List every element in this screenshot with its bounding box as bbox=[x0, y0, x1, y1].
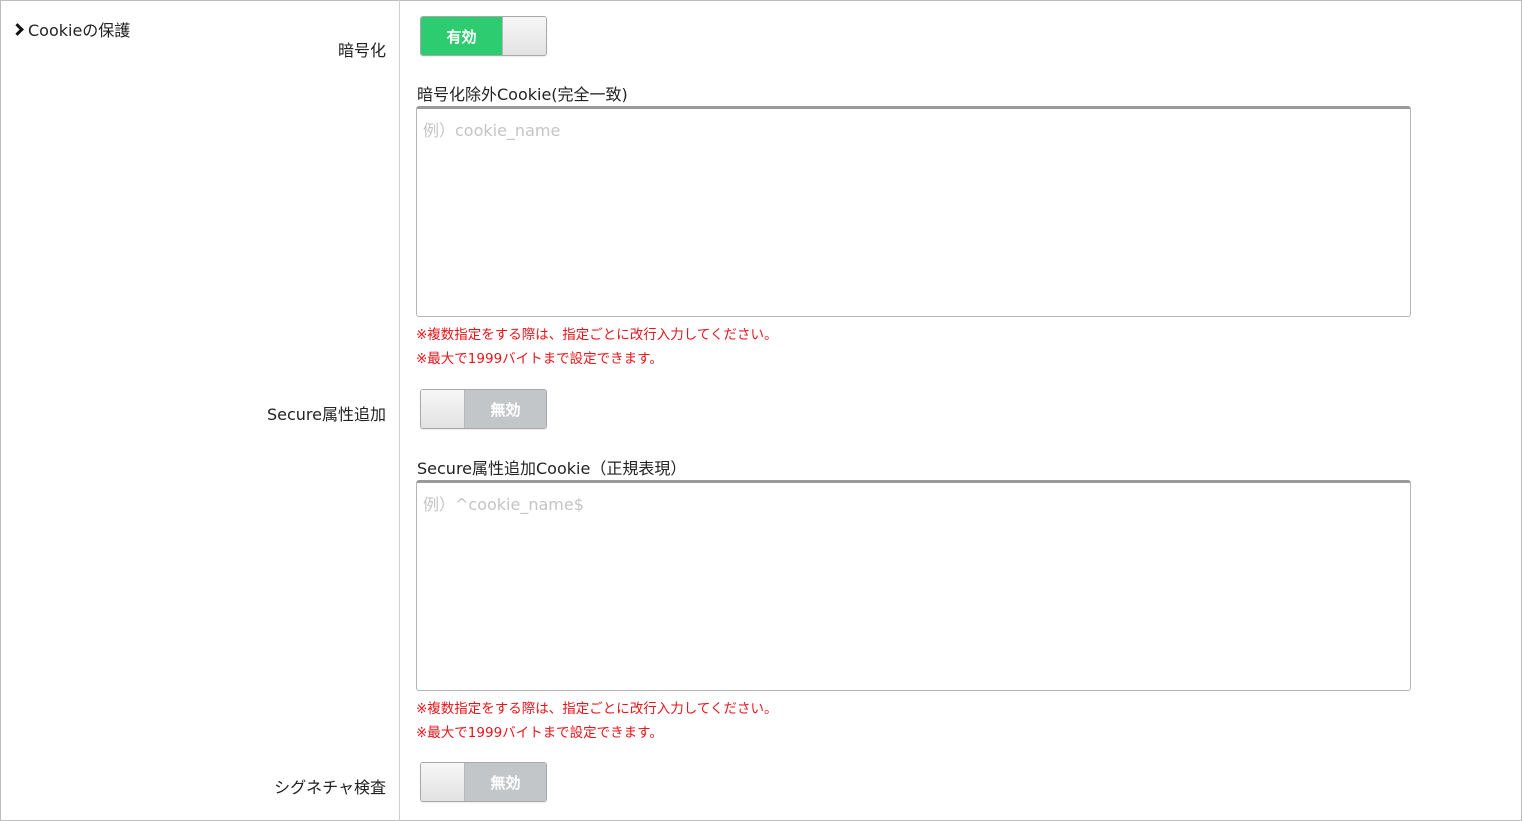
encryption-toggle[interactable]: 有効 bbox=[420, 16, 547, 56]
secure-note-multiple: ※複数指定をする際は、指定ごとに改行入力してください。 bbox=[416, 701, 778, 717]
encryption-note-max: ※最大で1999バイトまで設定できます。 bbox=[416, 351, 663, 367]
toggle-knob bbox=[421, 390, 465, 428]
toggle-state-text: 無効 bbox=[465, 763, 546, 801]
column-divider bbox=[399, 0, 400, 821]
section-title: Cookieの保護 bbox=[28, 21, 131, 40]
encryption-label: 暗号化 bbox=[337, 41, 386, 60]
secure-cookie-textarea[interactable] bbox=[416, 480, 1411, 691]
encryption-exclude-label: 暗号化除外Cookie(完全一致) bbox=[417, 85, 628, 104]
section-header: Cookieの保護 bbox=[11, 17, 131, 41]
toggle-state-text: 有効 bbox=[421, 17, 502, 55]
signature-label: シグネチャ検査 bbox=[274, 778, 386, 797]
chevron-right-icon bbox=[11, 22, 24, 36]
secure-note-max: ※最大で1999バイトまで設定できます。 bbox=[416, 725, 663, 741]
toggle-state-text: 無効 bbox=[465, 390, 546, 428]
secure-toggle[interactable]: 無効 bbox=[420, 389, 547, 429]
secure-label: Secure属性追加 bbox=[266, 405, 386, 424]
toggle-knob bbox=[421, 763, 465, 801]
encryption-note-multiple: ※複数指定をする際は、指定ごとに改行入力してください。 bbox=[416, 327, 778, 343]
encryption-exclude-textarea[interactable] bbox=[416, 106, 1411, 317]
signature-toggle[interactable]: 無効 bbox=[420, 762, 547, 802]
toggle-knob bbox=[502, 17, 546, 55]
secure-cookie-label: Secure属性追加Cookie（正規表現） bbox=[417, 459, 687, 478]
